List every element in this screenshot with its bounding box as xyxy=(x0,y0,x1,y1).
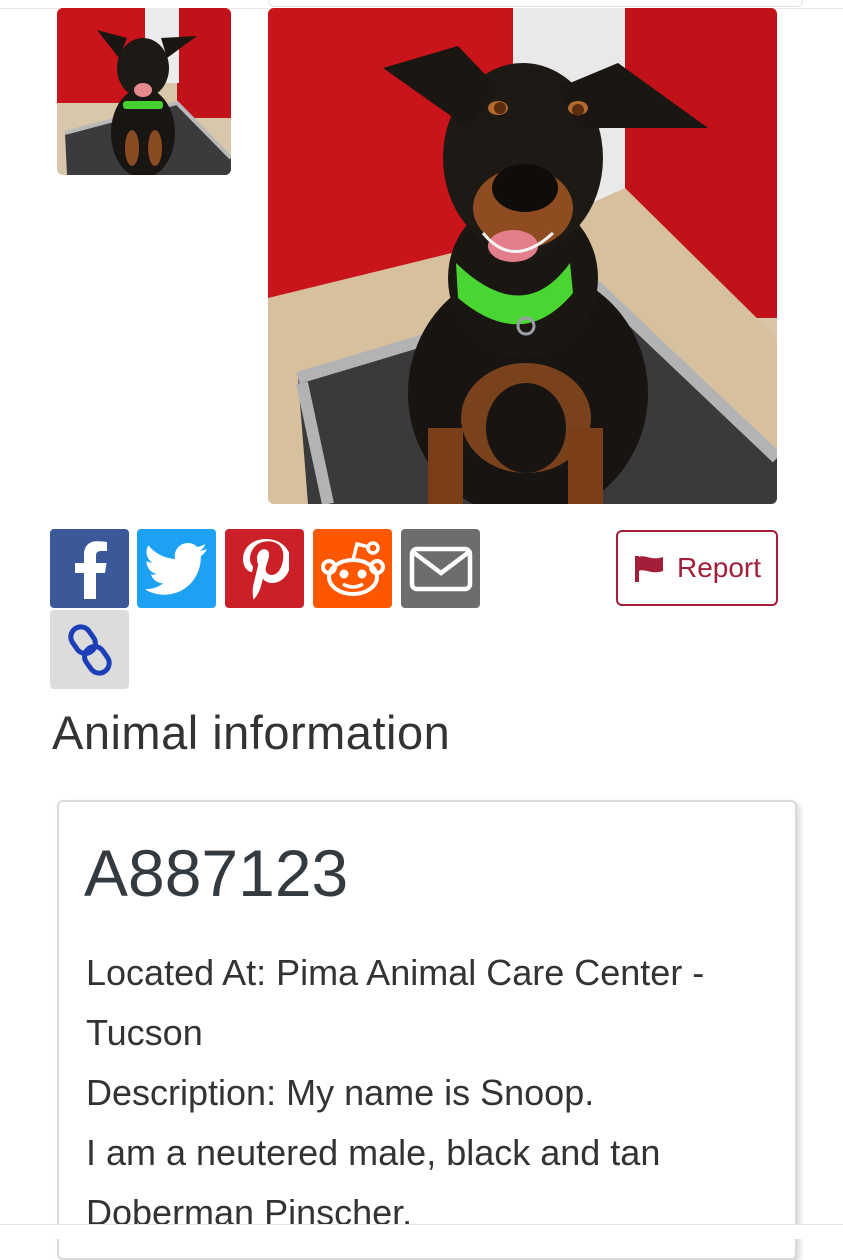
share-reddit-button[interactable] xyxy=(313,529,392,608)
share-facebook-button[interactable] xyxy=(50,529,129,608)
envelope-icon xyxy=(409,546,472,591)
report-label: Report xyxy=(676,552,762,583)
flag-icon xyxy=(634,556,663,582)
dog-photo xyxy=(268,8,777,504)
bottom-edge xyxy=(0,1224,843,1239)
report-button[interactable]: Report xyxy=(616,530,778,606)
thumbnail-photo[interactable] xyxy=(57,8,231,175)
animal-id: A887123 xyxy=(84,836,349,910)
description-text: Description: My name is Snoop. xyxy=(86,1072,595,1113)
dog-photo-thumbnail xyxy=(57,8,231,175)
section-title: Animal information xyxy=(52,706,451,759)
reddit-icon xyxy=(320,540,385,596)
facebook-icon xyxy=(74,540,107,599)
location-text: Located At: Pima Animal Care Center - Tu… xyxy=(86,952,705,1053)
pinterest-icon xyxy=(242,538,289,599)
animal-details: Located At: Pima Animal Care Center - Tu… xyxy=(86,943,776,1243)
share-email-button[interactable] xyxy=(401,529,480,608)
main-dog-photo[interactable] xyxy=(268,8,777,504)
copy-link-button[interactable] xyxy=(50,610,129,689)
twitter-icon xyxy=(145,542,207,595)
share-pinterest-button[interactable] xyxy=(225,529,304,608)
chain-link-icon xyxy=(67,623,112,676)
share-twitter-button[interactable] xyxy=(137,529,216,608)
